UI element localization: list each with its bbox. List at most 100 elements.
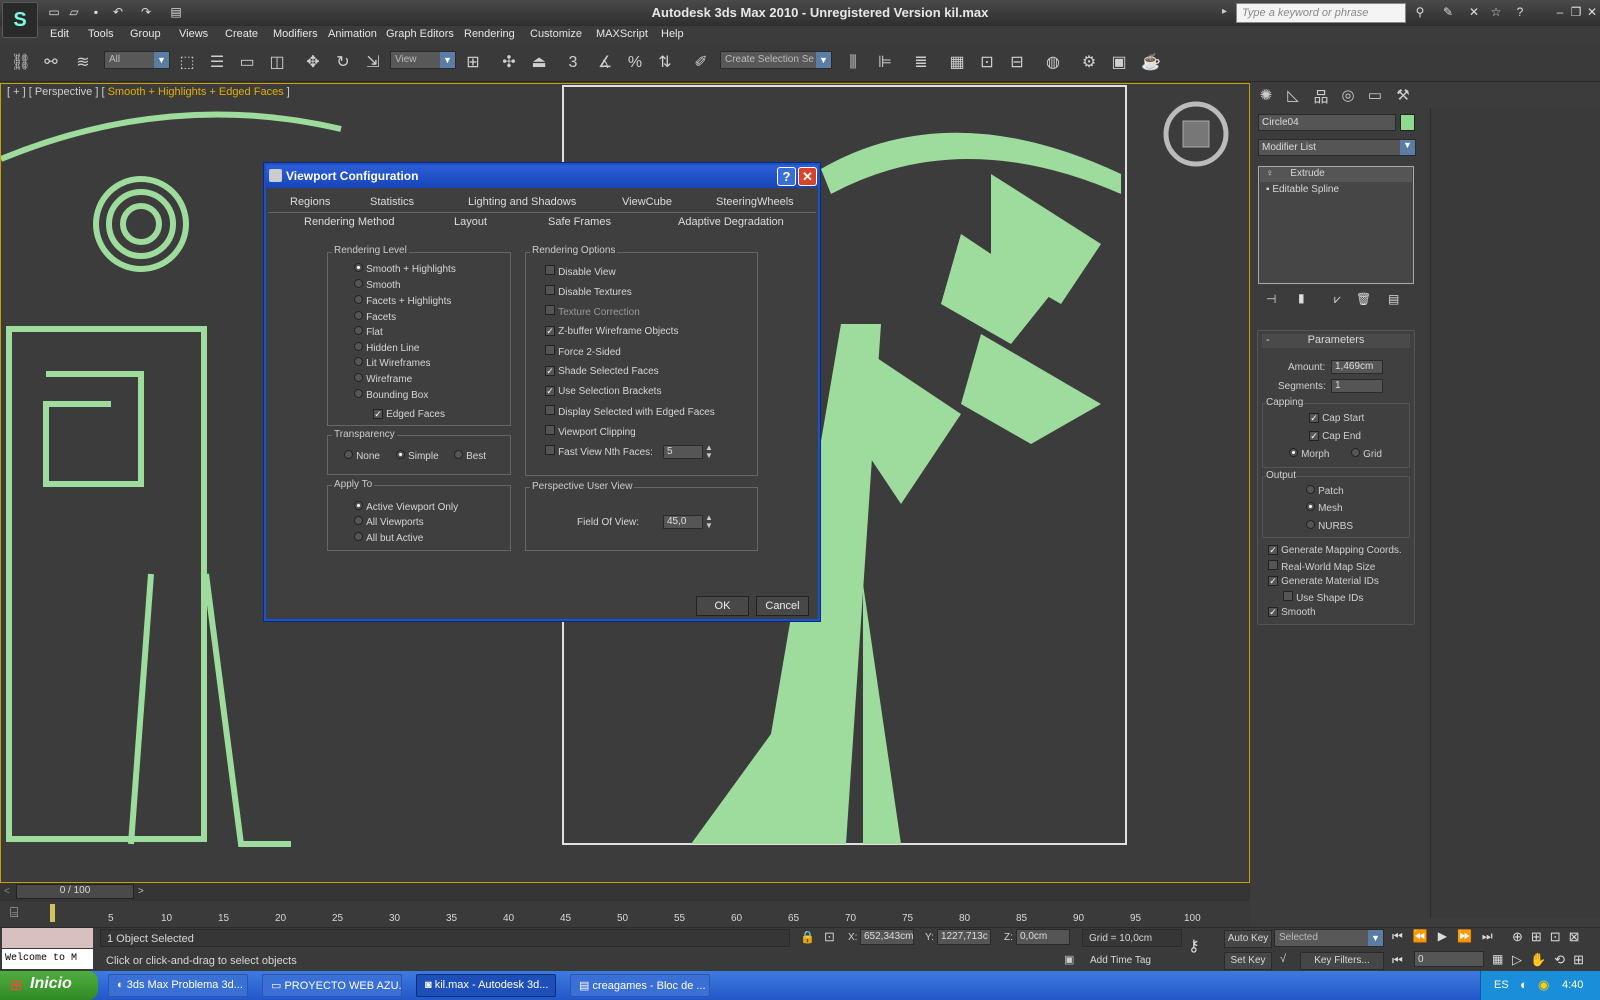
- menu-edit[interactable]: Edit: [50, 28, 69, 40]
- material-editor-icon[interactable]: ◍: [1040, 50, 1066, 76]
- tab-lighting-shadows[interactable]: Lighting and Shadows: [468, 196, 576, 208]
- percent-snap-icon[interactable]: %: [622, 50, 648, 76]
- apply-all-but-active-radio[interactable]: All but Active: [354, 532, 423, 544]
- menu-rendering[interactable]: Rendering: [464, 28, 515, 40]
- amount-field[interactable]: 1,469cm: [1331, 360, 1383, 374]
- level-smooth-radio[interactable]: Smooth: [354, 279, 401, 291]
- use-shape-ids-checkbox[interactable]: Use Shape IDs: [1283, 591, 1363, 604]
- ok-button[interactable]: OK: [696, 596, 749, 616]
- tab-statistics[interactable]: Statistics: [370, 196, 414, 208]
- graphite-tools-icon[interactable]: ▦: [944, 50, 970, 76]
- tools-icon[interactable]: ✎: [1440, 5, 1456, 21]
- key-mode-icon[interactable]: ⏮: [1392, 953, 1403, 968]
- maxscript-listener-pink[interactable]: [2, 928, 93, 948]
- maxscript-mini-listener[interactable]: Welcome to M: [2, 949, 93, 969]
- hierarchy-tab-icon[interactable]: 品: [1310, 86, 1332, 108]
- level-bounding-box-radio[interactable]: Bounding Box: [354, 389, 428, 401]
- menu-graph-editors[interactable]: Graph Editors: [386, 28, 454, 40]
- window-crossing-icon[interactable]: ◫: [264, 50, 290, 76]
- show-end-result-icon[interactable]: ▮: [1298, 291, 1305, 305]
- display-selected-edged-checkbox[interactable]: Display Selected with Edged Faces: [545, 405, 715, 418]
- level-lit-wireframes-radio[interactable]: Lit Wireframes: [354, 357, 431, 369]
- level-facets-highlights-radio[interactable]: Facets + Highlights: [354, 295, 451, 307]
- mesh-radio[interactable]: Mesh: [1306, 502, 1343, 514]
- bind-space-warp-icon[interactable]: ≋: [70, 50, 96, 76]
- lock-selection-icon[interactable]: 🔒: [800, 930, 815, 944]
- menu-create[interactable]: Create: [225, 28, 258, 40]
- level-hidden-line-radio[interactable]: Hidden Line: [354, 342, 419, 354]
- menu-maxscript[interactable]: MAXScript: [596, 28, 648, 40]
- time-tag-icon[interactable]: ▣: [1064, 953, 1074, 966]
- parameters-header[interactable]: - Parameters: [1262, 334, 1410, 348]
- edged-faces-checkbox[interactable]: ✓ Edged Faces: [373, 408, 445, 420]
- pivot-center-icon[interactable]: ⊞: [460, 50, 486, 76]
- current-frame-field[interactable]: 0: [1414, 951, 1484, 967]
- cap-start-checkbox[interactable]: ✓ Cap Start: [1309, 412, 1364, 424]
- viewport-label[interactable]: [ + ] [ Perspective ] [ Smooth + Highlig…: [7, 86, 290, 98]
- transparency-simple-radio[interactable]: Simple: [396, 450, 439, 462]
- tab-viewcube[interactable]: ViewCube: [622, 196, 672, 208]
- stack-item-editable-spline[interactable]: ▪ Editable Spline: [1260, 183, 1412, 198]
- z-coord-field[interactable]: 0,0cm: [1016, 929, 1070, 945]
- patch-radio[interactable]: Patch: [1306, 485, 1344, 497]
- tab-layout[interactable]: Layout: [454, 216, 487, 228]
- key-tangent-icon[interactable]: √: [1280, 953, 1286, 965]
- make-unique-icon[interactable]: ⩗: [1334, 292, 1341, 307]
- set-key-button[interactable]: Set Key: [1224, 952, 1272, 970]
- rectangular-selection-icon[interactable]: ▭: [234, 50, 260, 76]
- unlink-icon[interactable]: ⚯: [38, 50, 64, 76]
- nth-faces-field[interactable]: 5: [663, 445, 703, 459]
- subscription-icon[interactable]: ✕: [1466, 5, 1482, 21]
- layer-manager-icon[interactable]: ≣: [908, 50, 934, 76]
- reference-coord-select[interactable]: View ▼: [390, 51, 456, 69]
- search-arrow-icon[interactable]: ▸: [1222, 6, 1227, 17]
- shade-selected-faces-checkbox[interactable]: ✓ Shade Selected Faces: [545, 365, 659, 377]
- playback-controls[interactable]: ⏮⏪▶⏩⏭: [1392, 929, 1503, 944]
- absolute-mode-icon[interactable]: ⊡: [824, 929, 835, 945]
- help-icon[interactable]: ?: [1512, 5, 1528, 21]
- viewport-clipping-checkbox[interactable]: Viewport Clipping: [545, 425, 636, 438]
- rotate-icon[interactable]: ↻: [330, 50, 356, 76]
- use-selection-brackets-checkbox[interactable]: ✓ Use Selection Brackets: [545, 385, 661, 397]
- menu-views[interactable]: Views: [179, 28, 208, 40]
- curve-editor-toggle-icon[interactable]: ⌸: [10, 904, 18, 921]
- menu-modifiers[interactable]: Modifiers: [273, 28, 318, 40]
- time-config-icon[interactable]: ▦: [1492, 952, 1503, 966]
- transparency-none-radio[interactable]: None: [344, 450, 380, 462]
- display-tab-icon[interactable]: ▭: [1364, 86, 1386, 108]
- level-smooth-highlights-radio[interactable]: Smooth + Highlights: [354, 263, 456, 275]
- tab-rendering-method[interactable]: Rendering Method: [304, 216, 395, 228]
- cap-end-checkbox[interactable]: ✓ Cap End: [1309, 430, 1361, 442]
- viewport-nav-row2[interactable]: ▷✋⟲⊞: [1512, 952, 1592, 968]
- grid-radio[interactable]: Grid: [1351, 448, 1382, 460]
- modify-tab-icon[interactable]: ◺: [1282, 86, 1304, 108]
- minimize-icon[interactable]: –: [1552, 5, 1568, 21]
- real-world-map-checkbox[interactable]: Real-World Map Size: [1268, 560, 1375, 573]
- link-icon[interactable]: ⛓: [8, 50, 34, 76]
- scale-icon[interactable]: ⇲: [360, 50, 386, 76]
- task-proyecto-web[interactable]: ▭ PROYECTO WEB AZU...: [262, 974, 402, 997]
- apply-active-viewport-radio[interactable]: Active Viewport Only: [354, 501, 458, 513]
- menu-tools[interactable]: Tools: [88, 28, 114, 40]
- time-slider[interactable]: [0, 883, 1250, 901]
- key-filters-button[interactable]: Key Filters...: [1300, 952, 1384, 970]
- pin-stack-icon[interactable]: ⊣: [1266, 292, 1276, 306]
- object-name-field[interactable]: Circle04: [1258, 114, 1396, 131]
- level-flat-radio[interactable]: Flat: [354, 326, 383, 338]
- search-input[interactable]: Type a keyword or phrase: [1236, 3, 1406, 23]
- favorites-star-icon[interactable]: ☆: [1488, 5, 1504, 21]
- dialog-help-button[interactable]: ?: [777, 167, 796, 186]
- key-selection-select[interactable]: Selected ▼: [1274, 929, 1384, 947]
- messenger-icon[interactable]: ◉: [1538, 977, 1549, 993]
- menu-customize[interactable]: Customize: [530, 28, 582, 40]
- motion-tab-icon[interactable]: ◎: [1337, 86, 1359, 108]
- move-icon[interactable]: ✥: [300, 50, 326, 76]
- angle-snap-icon[interactable]: ∡: [592, 50, 618, 76]
- disable-textures-checkbox[interactable]: Disable Textures: [545, 285, 632, 298]
- spinner-snap-icon[interactable]: ⇅: [652, 50, 678, 76]
- task-3ds-problem[interactable]: ◐ 3ds Max Problema 3d...: [108, 974, 248, 997]
- segments-field[interactable]: 1: [1331, 379, 1383, 393]
- rendered-frame-icon[interactable]: ▣: [1106, 50, 1132, 76]
- align-icon[interactable]: ⊫: [872, 50, 898, 76]
- add-time-tag[interactable]: Add Time Tag: [1086, 952, 1182, 970]
